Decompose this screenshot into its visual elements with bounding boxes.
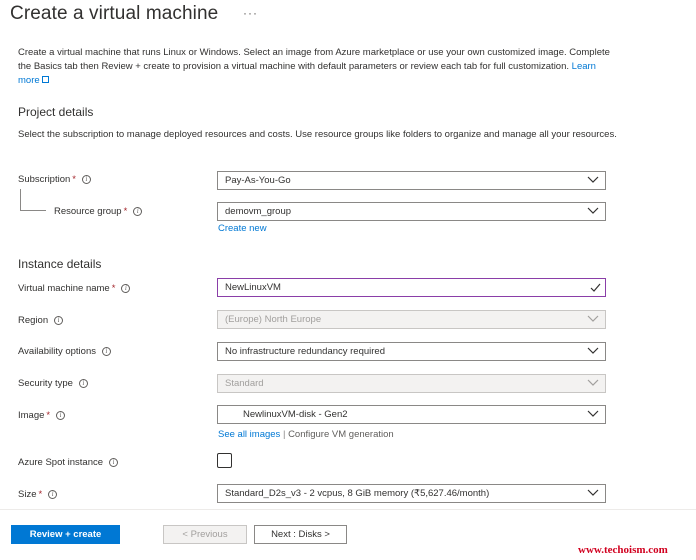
info-icon[interactable]: i	[78, 379, 88, 388]
intro-paragraph: Create a virtual machine that runs Linux…	[18, 46, 618, 88]
footer-divider	[0, 509, 696, 510]
availability-label: Availability options i	[18, 346, 111, 357]
more-options-button[interactable]: ···	[243, 6, 258, 20]
chevron-down-icon	[587, 207, 599, 215]
region-dropdown: (Europe) North Europe	[217, 310, 606, 329]
image-dropdown[interactable]: NewlinuxVM-disk - Gen2	[217, 405, 606, 424]
see-all-images-link[interactable]: See all images	[218, 429, 280, 440]
review-create-button[interactable]: Review + create	[11, 525, 120, 544]
info-icon[interactable]: i	[101, 347, 111, 356]
external-link-icon	[41, 76, 49, 83]
info-icon[interactable]: i	[54, 316, 64, 325]
region-label: Region i	[18, 315, 64, 326]
chevron-down-icon	[587, 315, 599, 323]
link-separator: |	[282, 429, 286, 440]
instance-details-heading: Instance details	[18, 257, 102, 271]
image-links: See all images | Configure VM generation	[218, 429, 394, 440]
vm-name-input[interactable]: NewLinuxVM	[217, 278, 606, 297]
info-icon[interactable]: i	[109, 458, 119, 467]
security-type-dropdown: Standard	[217, 374, 606, 393]
chevron-down-icon	[587, 489, 599, 497]
watermark: www.techoism.com	[578, 544, 668, 556]
chevron-down-icon	[587, 379, 599, 387]
spot-instance-checkbox[interactable]	[217, 453, 232, 468]
project-details-description: Select the subscription to manage deploy…	[18, 129, 617, 140]
availability-dropdown[interactable]: No infrastructure redundancy required	[217, 342, 606, 361]
info-icon[interactable]: i	[133, 207, 143, 216]
resource-group-label: Resource group * i	[54, 206, 143, 217]
spot-instance-label: Azure Spot instance i	[18, 457, 119, 468]
create-new-link[interactable]: Create new	[218, 223, 267, 234]
info-icon[interactable]: i	[121, 284, 131, 293]
project-details-heading: Project details	[18, 105, 94, 119]
subscription-label: Subscription * i	[18, 174, 91, 185]
info-icon[interactable]: i	[56, 411, 66, 420]
size-label: Size * i	[18, 489, 58, 500]
chevron-down-icon	[587, 410, 599, 418]
tree-connector	[20, 189, 21, 211]
page-title: Create a virtual machine	[10, 3, 219, 24]
configure-vm-generation-link[interactable]: Configure VM generation	[288, 429, 394, 440]
intro-text: Create a virtual machine that runs Linux…	[18, 47, 610, 72]
checkmark-icon	[590, 282, 601, 292]
info-icon[interactable]: i	[48, 490, 58, 499]
subscription-dropdown[interactable]: Pay-As-You-Go	[217, 171, 606, 190]
vm-name-label: Virtual machine name * i	[18, 283, 131, 294]
next-disks-button[interactable]: Next : Disks >	[254, 525, 347, 544]
image-label: Image * i	[18, 410, 66, 421]
chevron-down-icon	[587, 176, 599, 184]
tree-connector	[20, 210, 46, 211]
size-dropdown[interactable]: Standard_D2s_v3 - 2 vcpus, 8 GiB memory …	[217, 484, 606, 503]
info-icon[interactable]: i	[81, 175, 91, 184]
resource-group-dropdown[interactable]: demovm_group	[217, 202, 606, 221]
chevron-down-icon	[587, 347, 599, 355]
security-type-label: Security type i	[18, 378, 88, 389]
previous-button: < Previous	[163, 525, 247, 544]
